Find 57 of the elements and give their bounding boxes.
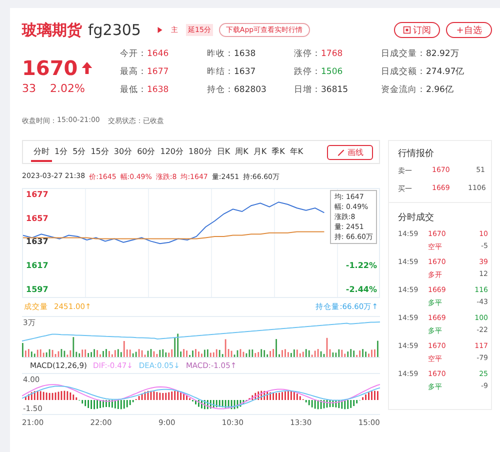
price-change: 33: [22, 82, 36, 95]
period-tab[interactable]: 月K: [250, 142, 270, 162]
stat-value: 82.92万: [426, 49, 460, 59]
stat-value: 1506: [321, 67, 343, 77]
price-label: 1617: [26, 261, 48, 272]
subscribe-button[interactable]: 订阅: [394, 22, 440, 38]
stat-label: 日成交量：: [381, 49, 426, 59]
stat-label: 最低：: [120, 85, 147, 95]
period-tab[interactable]: 180分: [186, 142, 214, 162]
stat-value: 36815: [321, 85, 348, 95]
period-tab[interactable]: 30分: [111, 142, 135, 162]
futures-name: 玻璃期货: [22, 20, 82, 40]
price-label: 1677: [26, 190, 48, 200]
stat-label: 涨停：: [294, 49, 321, 59]
stat-value: 1638: [234, 49, 256, 59]
period-tab[interactable]: 15分: [88, 142, 112, 162]
stat-value: 1677: [147, 67, 169, 77]
percent-change: 2.02%: [50, 82, 85, 95]
period-tab[interactable]: 5分: [70, 142, 88, 162]
stat-label: 最高：: [120, 67, 147, 77]
period-tab[interactable]: 日K: [214, 142, 233, 162]
last-price: 1670: [22, 56, 78, 80]
stat-value: 2.96亿: [426, 85, 454, 95]
stat-label: 昨收：: [207, 49, 234, 59]
period-tab[interactable]: 分时: [31, 142, 52, 162]
stat-value: 682803: [234, 85, 266, 95]
play-icon[interactable]: [156, 26, 163, 34]
price-label: 1637: [26, 237, 48, 248]
period-tab[interactable]: 年K: [287, 142, 306, 162]
stat-label: 日增：: [294, 85, 321, 95]
pen-icon: [336, 148, 344, 156]
panel-title: 分时成交: [397, 212, 435, 224]
period-tab[interactable]: 120分: [158, 142, 186, 162]
square-icon: [403, 26, 411, 34]
stat-value: 274.97亿: [426, 67, 465, 77]
watchlist-button[interactable]: +自选: [446, 22, 492, 38]
contract-code: fg2305: [88, 21, 141, 39]
period-tab[interactable]: 60分: [134, 142, 158, 162]
stat-label: 今开：: [120, 49, 147, 59]
price-label: 1657: [26, 214, 48, 224]
percent-label: -1.22%: [346, 261, 377, 272]
period-tab[interactable]: 1分: [52, 142, 70, 162]
stat-label: 跌停：: [294, 67, 321, 77]
stat-value: 1637: [234, 67, 256, 77]
stat-label: 日成交额：: [381, 67, 426, 77]
stat-value: 1638: [147, 85, 169, 95]
stat-value: 1768: [321, 49, 343, 59]
panel-title: 行情报价: [397, 148, 435, 160]
period-tab[interactable]: 周K: [232, 142, 251, 162]
price-label: 1597: [26, 284, 48, 295]
stat-label: 资金流向：: [381, 85, 426, 95]
stat-label: 持仓：: [207, 85, 234, 95]
draw-line-button[interactable]: 画线: [327, 144, 373, 160]
stat-value: 1646: [147, 49, 169, 59]
stat-label: 昨结：: [207, 67, 234, 77]
period-tab[interactable]: 季K: [269, 142, 288, 162]
percent-label: -2.44%: [346, 284, 377, 295]
